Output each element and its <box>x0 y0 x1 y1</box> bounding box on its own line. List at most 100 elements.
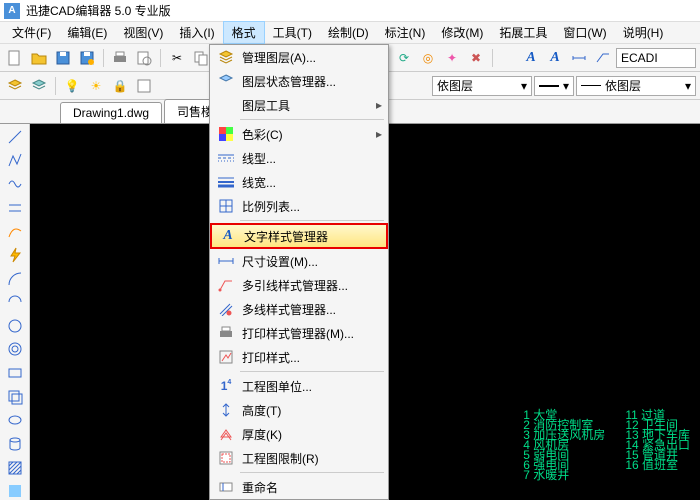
circle-tool-icon[interactable] <box>4 317 26 335</box>
menu-tool[interactable]: 工具(T) <box>265 22 320 43</box>
layer-combo-value: 依图层 <box>437 77 473 94</box>
menu-scale-list[interactable]: 比例列表... <box>210 194 388 218</box>
menu-thickness[interactable]: 厚度(K) <box>210 422 388 446</box>
layer-combo[interactable]: 依图层 ▾ <box>432 76 532 96</box>
left-toolbox <box>0 124 30 500</box>
menu-text-style-mgr[interactable]: A文字样式管理器 <box>210 223 388 249</box>
menu-manage-layer[interactable]: 管理图层(A)... <box>210 45 388 69</box>
app-icon: A <box>4 3 20 19</box>
line-tool-icon[interactable] <box>4 128 26 146</box>
lineweight-combo[interactable]: ▾ <box>534 76 574 96</box>
target-icon[interactable]: ◎ <box>417 47 439 69</box>
lineweight-icon <box>216 176 236 188</box>
menu-help[interactable]: 说明(H) <box>615 22 672 43</box>
limits-icon <box>216 451 236 465</box>
menu-format[interactable]: 格式 <box>223 21 265 44</box>
units-icon: 14 <box>216 379 236 393</box>
arc2-tool-icon[interactable] <box>4 293 26 311</box>
gear-icon[interactable]: ✖ <box>465 47 487 69</box>
lock-icon[interactable]: 🔒 <box>109 75 131 97</box>
rect2-tool-icon[interactable] <box>4 388 26 406</box>
tab-drawing1[interactable]: Drawing1.dwg <box>60 102 162 123</box>
open-icon[interactable] <box>28 47 50 69</box>
menu-drawing-limits[interactable]: 工程图限制(R) <box>210 446 388 470</box>
canvas-annotation-text: 1 大堂2 消防控制室3 加压送风机房4 风机房5 弱电间6 强电间7 水暖井 … <box>523 410 690 480</box>
layer-icon[interactable] <box>4 75 26 97</box>
menu-modify[interactable]: 修改(M) <box>433 22 491 43</box>
menu-annotate[interactable]: 标注(N) <box>377 22 434 43</box>
bulb-icon[interactable]: 💡 <box>61 75 83 97</box>
menu-print-style[interactable]: 打印样式... <box>210 345 388 369</box>
chevron-down-icon: ▾ <box>521 79 527 93</box>
spline-tool-icon[interactable] <box>4 223 26 241</box>
separator <box>160 49 161 67</box>
star-icon[interactable]: ✦ <box>441 47 463 69</box>
menu-layer-tools[interactable]: 图层工具▸ <box>210 93 388 117</box>
menu-insert[interactable]: 插入(I) <box>171 22 222 43</box>
plot-icon <box>216 350 236 364</box>
linetype-icon <box>216 153 236 163</box>
menu-drawing-units[interactable]: 14工程图单位... <box>210 374 388 398</box>
ring-tool-icon[interactable] <box>4 341 26 359</box>
preview-icon[interactable] <box>133 47 155 69</box>
thickness-icon <box>216 427 236 441</box>
menu-view[interactable]: 视图(V) <box>115 22 171 43</box>
menu-file[interactable]: 文件(F) <box>4 22 59 43</box>
menu-mline-style[interactable]: 多线样式管理器... <box>210 297 388 321</box>
text-style-icon: A <box>218 228 238 244</box>
box-icon[interactable] <box>133 75 155 97</box>
refresh-icon[interactable]: ⟳ <box>393 47 415 69</box>
bolt-tool-icon[interactable] <box>4 246 26 264</box>
layers-icon <box>216 49 236 65</box>
menu-color[interactable]: 色彩(C)▸ <box>210 122 388 146</box>
format-dropdown: 管理图层(A)... 图层状态管理器... 图层工具▸ 色彩(C)▸ 线型...… <box>209 44 389 500</box>
style-combo-value: ECADI <box>621 51 658 65</box>
window-title: 迅捷CAD编辑器 5.0 专业版 <box>26 2 171 19</box>
text-style-a-icon[interactable]: A <box>520 47 542 69</box>
dim-icon[interactable] <box>568 47 590 69</box>
style-combo[interactable]: ECADI <box>616 48 696 68</box>
menu-height[interactable]: 高度(T) <box>210 398 388 422</box>
multiline-tool-icon[interactable] <box>4 199 26 217</box>
scale-icon <box>216 199 236 213</box>
separator <box>240 472 384 473</box>
saveas-icon[interactable] <box>76 47 98 69</box>
ellipse-tool-icon[interactable] <box>4 412 26 430</box>
gradient-tool-icon[interactable] <box>4 482 26 500</box>
menu-layer-state-mgr[interactable]: 图层状态管理器... <box>210 69 388 93</box>
menu-draw[interactable]: 绘制(D) <box>320 22 377 43</box>
leader-icon[interactable] <box>592 47 614 69</box>
menu-linetype[interactable]: 线型... <box>210 146 388 170</box>
menu-edit[interactable]: 编辑(E) <box>59 22 115 43</box>
separator <box>103 49 104 67</box>
new-icon[interactable] <box>4 47 26 69</box>
save-icon[interactable] <box>52 47 74 69</box>
rect-tool-icon[interactable] <box>4 364 26 382</box>
menu-dim-settings[interactable]: 尺寸设置(M)... <box>210 249 388 273</box>
chevron-down-icon: ▾ <box>563 79 569 93</box>
polyline-tool-icon[interactable] <box>4 152 26 170</box>
cylinder-tool-icon[interactable] <box>4 435 26 453</box>
menu-extend[interactable]: 拓展工具 <box>491 22 555 43</box>
chevron-right-icon: ▸ <box>376 127 382 141</box>
hatch-tool-icon[interactable] <box>4 459 26 477</box>
menu-mleader-style[interactable]: 多引线样式管理器... <box>210 273 388 297</box>
cut-icon[interactable]: ✂ <box>166 47 188 69</box>
menu-bar: 文件(F) 编辑(E) 视图(V) 插入(I) 格式 工具(T) 绘制(D) 标… <box>0 22 700 44</box>
text-style-a2-icon[interactable]: A <box>544 47 566 69</box>
wave-tool-icon[interactable] <box>4 175 26 193</box>
layer2-icon[interactable] <box>28 75 50 97</box>
separator <box>240 119 384 120</box>
linetype-combo-value: 依图层 <box>605 77 641 94</box>
menu-rename[interactable]: 重命名 <box>210 475 388 499</box>
chevron-down-icon: ▾ <box>685 79 691 93</box>
sun-icon[interactable]: ☀ <box>85 75 107 97</box>
print-icon[interactable] <box>109 47 131 69</box>
rename-icon <box>216 481 236 493</box>
separator <box>492 49 493 67</box>
menu-window[interactable]: 窗口(W) <box>555 22 614 43</box>
linetype-combo[interactable]: 依图层 ▾ <box>576 76 696 96</box>
menu-lineweight[interactable]: 线宽... <box>210 170 388 194</box>
menu-plot-style[interactable]: 打印样式管理器(M)... <box>210 321 388 345</box>
arc-tool-icon[interactable] <box>4 270 26 288</box>
